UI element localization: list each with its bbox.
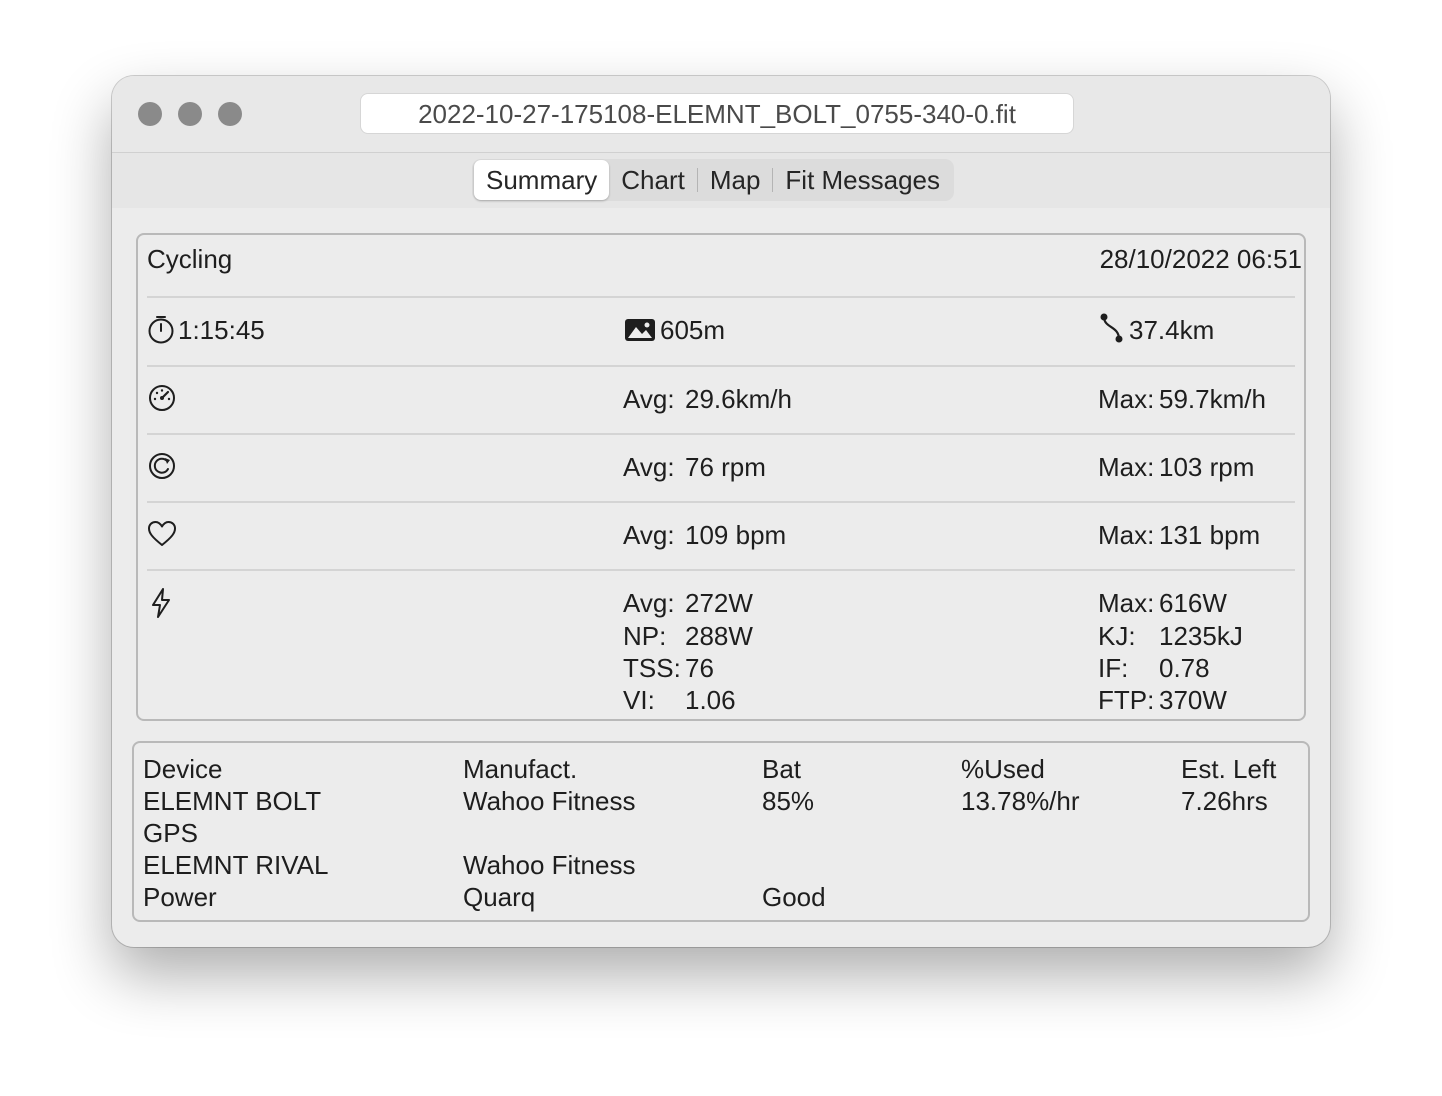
- heart-avg-value: 109 bpm: [685, 520, 787, 550]
- speed-avg-label: Avg:: [623, 384, 675, 414]
- stopwatch-icon: [148, 316, 174, 344]
- tab-segmented-control: Summary Chart Map Fit Messages: [472, 159, 955, 201]
- devices-header-est-left: Est. Left: [1181, 754, 1277, 784]
- duration-value: 1:15:45: [178, 315, 265, 345]
- tab-summary[interactable]: Summary: [474, 160, 610, 200]
- cadence-icon: [149, 453, 175, 479]
- power-ftp-value: 370W: [1159, 685, 1227, 715]
- device-cell: ELEMNT BOLT: [143, 786, 322, 816]
- ascent-value: 605m: [660, 315, 726, 345]
- heart-max-label: Max:: [1098, 520, 1155, 550]
- devices-header-manufacturer: Manufact.: [463, 754, 578, 784]
- activity-type: Cycling: [147, 244, 233, 274]
- device-cell: Wahoo Fitness: [463, 850, 636, 880]
- heart-max-value: 131 bpm: [1159, 520, 1261, 550]
- device-cell: Power: [143, 882, 217, 912]
- tab-map[interactable]: Map: [698, 160, 773, 200]
- tab-fit-messages[interactable]: Fit Messages: [773, 160, 952, 200]
- activity-datetime: 28/10/2022 06:51: [1099, 244, 1302, 274]
- devices-header-device: Device: [143, 754, 223, 784]
- close-window-button[interactable]: [138, 102, 162, 126]
- device-cell: Good: [762, 882, 826, 912]
- summary-header-row: Cycling 28/10/2022 06:51: [147, 235, 1302, 298]
- speed-row: Avg: 29.6km/h Max: 59.7km/h: [147, 367, 1295, 435]
- device-cell: 13.78%/hr: [961, 786, 1080, 816]
- devices-header-used: %Used: [961, 754, 1045, 784]
- power-vi-label: VI:: [623, 685, 655, 715]
- minimize-window-button[interactable]: [178, 102, 202, 126]
- totals-row: 1:15:45 605m 37.4km: [147, 298, 1295, 367]
- device-cell: ELEMNT RIVAL: [143, 850, 329, 880]
- power-kj-value: 1235kJ: [1159, 621, 1243, 651]
- power-if-value: 0.78: [1159, 653, 1210, 683]
- cadence-avg-label: Avg:: [623, 452, 675, 482]
- window-title: 2022-10-27-175108-ELEMNT_BOLT_0755-340-0…: [360, 93, 1074, 134]
- power-avg-label: Avg:: [623, 588, 675, 618]
- heart-avg-label: Avg:: [623, 520, 675, 550]
- power-np-value: 288W: [685, 621, 753, 651]
- tab-bar: Summary Chart Map Fit Messages: [112, 153, 1330, 208]
- power-tss-value: 76: [685, 653, 714, 683]
- tab-chart[interactable]: Chart: [609, 160, 697, 200]
- route-icon: [1100, 313, 1123, 343]
- power-np-label: NP:: [623, 621, 667, 651]
- cadence-row: Avg: 76 rpm Max: 103 rpm: [147, 435, 1295, 503]
- heart-icon: [148, 521, 176, 546]
- distance-value: 37.4km: [1129, 315, 1215, 345]
- device-cell: GPS: [143, 818, 198, 848]
- speed-max-value: 59.7km/h: [1159, 384, 1266, 414]
- power-kj-label: KJ:: [1098, 621, 1136, 651]
- summary-panel: Cycling 28/10/2022 06:51 1:15:45 605m 37…: [136, 233, 1306, 721]
- cadence-max-label: Max:: [1098, 452, 1155, 482]
- zoom-window-button[interactable]: [218, 102, 242, 126]
- devices-table: Device Manufact. Bat %Used Est. Left ELE…: [132, 741, 1310, 922]
- mountain-photo-icon: [625, 319, 655, 341]
- power-row: Avg: 272W NP: 288W TSS: 76 VI: 1.06 Max:…: [147, 571, 1295, 717]
- device-cell: 7.26hrs: [1181, 786, 1268, 816]
- devices-header-battery: Bat: [762, 754, 802, 784]
- title-bar: 2022-10-27-175108-ELEMNT_BOLT_0755-340-0…: [112, 76, 1330, 153]
- power-vi-value: 1.06: [685, 685, 736, 715]
- device-cell: Wahoo Fitness: [463, 786, 636, 816]
- power-tss-label: TSS:: [623, 653, 681, 683]
- speed-max-label: Max:: [1098, 384, 1155, 414]
- device-cell: 85%: [762, 786, 815, 816]
- speedometer-icon: [149, 385, 175, 411]
- cadence-max-value: 103 rpm: [1159, 452, 1255, 482]
- power-max-label: Max:: [1098, 588, 1155, 618]
- device-cell: Quarq: [463, 882, 536, 912]
- power-if-label: IF:: [1098, 653, 1129, 683]
- heart-row: Avg: 109 bpm Max: 131 bpm: [147, 503, 1295, 571]
- cadence-avg-value: 76 rpm: [685, 452, 766, 482]
- app-window: 2022-10-27-175108-ELEMNT_BOLT_0755-340-0…: [112, 76, 1330, 947]
- power-ftp-label: FTP:: [1098, 685, 1155, 715]
- power-max-value: 616W: [1159, 588, 1227, 618]
- bolt-icon: [152, 588, 170, 618]
- power-avg-value: 272W: [685, 588, 753, 618]
- speed-avg-value: 29.6km/h: [685, 384, 792, 414]
